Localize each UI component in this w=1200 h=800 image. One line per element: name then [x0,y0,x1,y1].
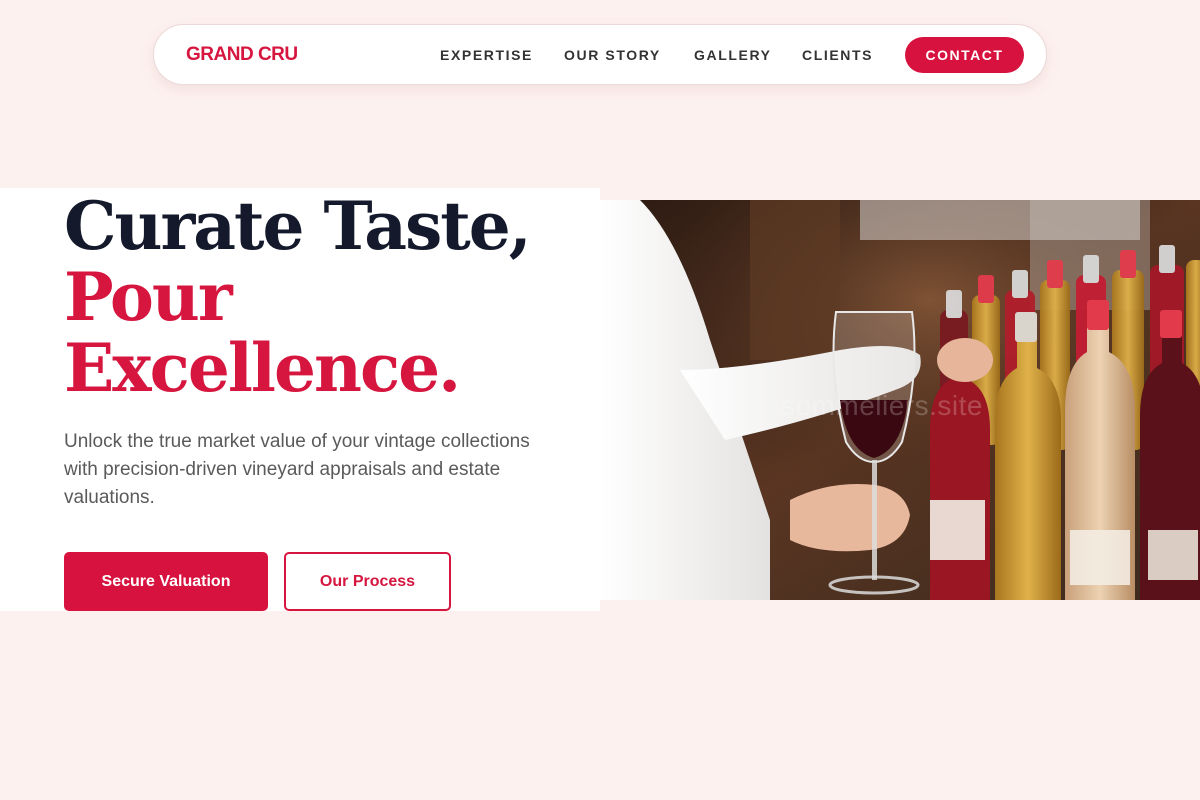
our-process-button[interactable]: Our Process [284,552,451,611]
nav-link-gallery[interactable]: GALLERY [694,47,772,63]
secure-valuation-button[interactable]: Secure Valuation [64,552,268,611]
headline-line-3: Excellence. [64,329,461,407]
nav-link-clients[interactable]: CLIENTS [802,47,873,63]
nav-link-our-story[interactable]: OUR STORY [564,47,661,63]
headline-line-1: Curate Taste, [64,187,532,265]
brand-logo[interactable]: GRAND CRU [186,44,298,66]
watermark-text: sommeliers.site [781,390,983,421]
contact-button[interactable]: CONTACT [905,37,1024,73]
nav-link-expertise[interactable]: EXPERTISE [440,47,533,63]
headline-line-2: Pour [64,258,233,336]
top-navigation: GRAND CRU EXPERTISE OUR STORY GALLERY CL… [153,24,1047,85]
hero-headline: Curate Taste, Pour Excellence. [64,191,532,407]
hero-subtitle: Unlock the true market value of your vin… [64,431,530,508]
